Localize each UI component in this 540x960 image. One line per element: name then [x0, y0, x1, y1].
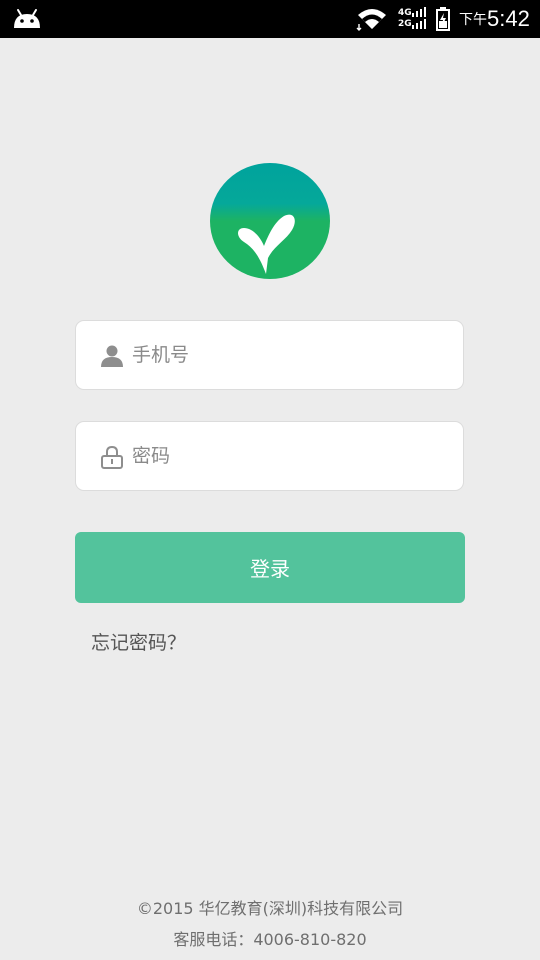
login-button-label: 登录: [250, 557, 290, 581]
forgot-password-link[interactable]: 忘记密码？: [91, 629, 186, 657]
android-icon: [14, 9, 40, 28]
password-field[interactable]: [75, 421, 464, 491]
signal-icon: [412, 7, 426, 29]
wifi-icon: [356, 9, 386, 31]
battery-icon: [436, 7, 450, 31]
user-icon: [101, 345, 123, 367]
clock-period: 下午: [459, 12, 487, 28]
phone-field[interactable]: [75, 320, 464, 390]
password-input[interactable]: [132, 422, 452, 490]
status-bar: 4G 2G 下午 5:42: [0, 0, 540, 38]
lock-icon: [101, 445, 123, 469]
app-logo: [210, 163, 330, 279]
login-screen: 4G 2G 下午 5:42 手机号 登录 忘记密码？ ©2015 华亿教育(深圳…: [0, 0, 540, 960]
footer-hotline: 客服电话：4006-810-820: [173, 930, 367, 949]
footer-copyright: ©2015 华亿教育(深圳)科技有限公司: [136, 899, 404, 918]
phone-input[interactable]: [132, 321, 452, 389]
login-button[interactable]: 登录: [75, 532, 465, 603]
clock-time: 5:42: [487, 6, 530, 31]
